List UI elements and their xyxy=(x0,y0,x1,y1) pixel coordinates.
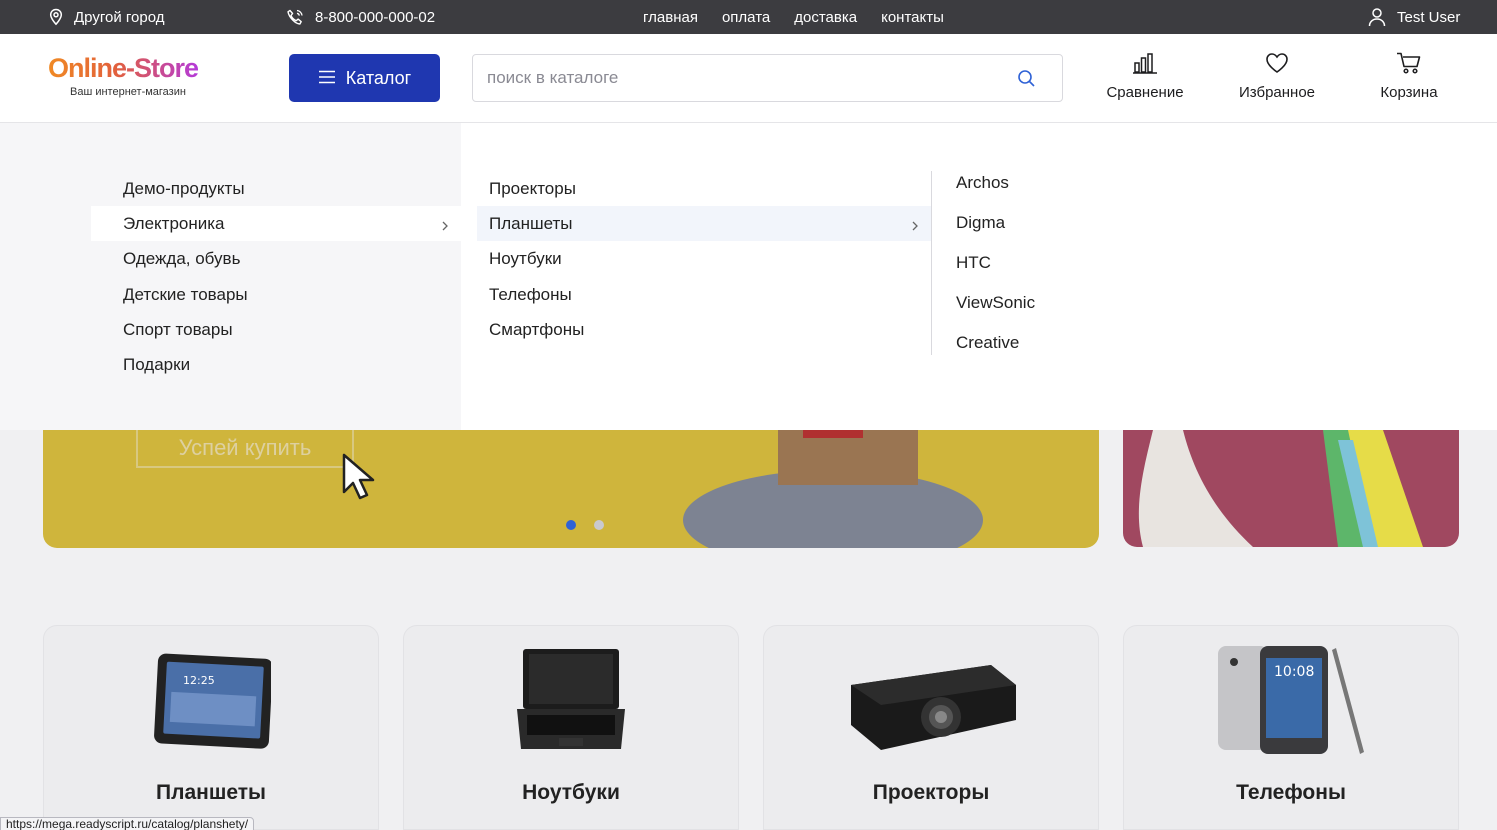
category-card-tablets[interactable]: 12:25 Планшеты xyxy=(43,625,379,830)
menu-item-demo-products[interactable]: Демо-продукты xyxy=(91,171,461,206)
site-logo[interactable]: Online-Store Ваш интернет-магазин xyxy=(48,52,199,98)
category-card-phones[interactable]: 10:08 Телефоны xyxy=(1123,625,1459,830)
top-bar: Другой город 8-800-000-000-02 главная оп… xyxy=(0,0,1497,34)
menu-item-clothes-shoes[interactable]: Одежда, обувь xyxy=(91,241,461,276)
status-bar-url: https://mega.readyscript.ru/catalog/plan… xyxy=(0,817,255,830)
menu-item-sport-goods[interactable]: Спорт товары xyxy=(91,312,461,347)
city-label: Другой город xyxy=(74,8,165,26)
favorites-link[interactable]: Избранное xyxy=(1239,52,1315,101)
menu-item-electronics[interactable]: Электроника xyxy=(91,206,461,241)
compare-chart-icon xyxy=(1132,52,1158,84)
phone-icon xyxy=(286,8,305,27)
heart-icon xyxy=(1265,52,1289,84)
tablet-image: 12:25 xyxy=(44,642,378,757)
compare-label: Сравнение xyxy=(1106,84,1184,101)
location-pin-icon xyxy=(48,8,64,26)
slider-dot-2[interactable] xyxy=(594,520,604,530)
menu-item-brand-htc[interactable]: HTC xyxy=(956,243,991,283)
category-title[interactable]: Телефоны xyxy=(1124,781,1458,805)
menu-item-tablets[interactable]: Планшеты xyxy=(477,206,931,241)
top-nav: главная оплата доставка контакты xyxy=(643,0,944,34)
chevron-right-icon xyxy=(911,217,919,237)
city-selector[interactable]: Другой город xyxy=(48,0,164,34)
menu-item-laptops[interactable]: Ноутбуки xyxy=(477,241,931,276)
menu-item-kids-goods[interactable]: Детские товары xyxy=(91,277,461,312)
logo-tagline: Ваш интернет-магазин xyxy=(70,86,186,98)
menu-item-brand-creative[interactable]: Creative xyxy=(956,323,1019,363)
user-name: Test User xyxy=(1397,8,1461,26)
svg-text:10:08: 10:08 xyxy=(1274,664,1314,680)
mouse-cursor-icon xyxy=(342,453,375,500)
svg-text:12:25: 12:25 xyxy=(183,674,215,687)
user-account-link[interactable]: Test User xyxy=(1367,0,1460,34)
header: Online-Store Ваш интернет-магазин Катало… xyxy=(0,34,1497,123)
menu-divider xyxy=(931,171,932,355)
side-banner[interactable] xyxy=(1123,430,1459,547)
menu-item-brand-archos[interactable]: Archos xyxy=(956,163,1009,203)
phone-image: 10:08 xyxy=(1124,642,1458,757)
banner-person-image xyxy=(683,430,983,548)
phone-number: 8-800-000-000-02 xyxy=(315,8,436,26)
category-title[interactable]: Проекторы xyxy=(764,781,1098,805)
menu-item-smartphones[interactable]: Смартфоны xyxy=(477,312,931,347)
nav-link-payment[interactable]: оплата xyxy=(722,9,770,26)
logo-text: Online-Store xyxy=(48,53,199,83)
projector-image xyxy=(764,642,1098,757)
menu-item-brand-digma[interactable]: Digma xyxy=(956,203,1005,243)
nav-link-delivery[interactable]: доставка xyxy=(794,9,857,26)
search-input[interactable] xyxy=(487,55,1007,101)
banner-cta-button[interactable]: Успей купить xyxy=(136,430,354,468)
promo-banner[interactable]: Успей купить xyxy=(43,430,1099,548)
menu-item-phones[interactable]: Телефоны xyxy=(477,277,931,312)
menu-item-brand-viewsonic[interactable]: ViewSonic xyxy=(956,283,1035,323)
phone-link[interactable]: 8-800-000-000-02 xyxy=(286,0,435,34)
category-card-projectors[interactable]: Проекторы xyxy=(763,625,1099,830)
cart-label: Корзина xyxy=(1380,84,1438,101)
user-icon xyxy=(1367,7,1387,27)
slider-dot-1[interactable] xyxy=(566,520,576,530)
chevron-right-icon xyxy=(441,217,449,237)
category-title[interactable]: Ноутбуки xyxy=(404,781,738,805)
laptop-image xyxy=(404,642,738,757)
nav-link-contacts[interactable]: контакты xyxy=(881,9,944,26)
nav-link-home[interactable]: главная xyxy=(643,9,698,26)
hamburger-icon xyxy=(318,68,336,89)
catalog-mega-menu: Демо-продукты Электроника Одежда, обувь … xyxy=(0,123,1497,430)
cart-link[interactable]: Корзина xyxy=(1379,52,1439,101)
search-box xyxy=(472,54,1063,102)
shopping-bags-image xyxy=(1138,430,1423,547)
category-card-laptops[interactable]: Ноутбуки xyxy=(403,625,739,830)
menu-item-projectors[interactable]: Проекторы xyxy=(477,171,931,206)
menu-item-gifts[interactable]: Подарки xyxy=(91,347,461,382)
category-title[interactable]: Планшеты xyxy=(44,781,378,805)
catalog-button[interactable]: Каталог xyxy=(289,54,440,102)
favorites-label: Избранное xyxy=(1238,84,1316,101)
catalog-button-label: Каталог xyxy=(345,67,412,88)
compare-link[interactable]: Сравнение xyxy=(1106,52,1184,101)
search-icon[interactable] xyxy=(1017,69,1036,93)
cart-icon xyxy=(1396,52,1422,84)
menu-level1: Демо-продукты Электроника Одежда, обувь … xyxy=(0,123,461,430)
